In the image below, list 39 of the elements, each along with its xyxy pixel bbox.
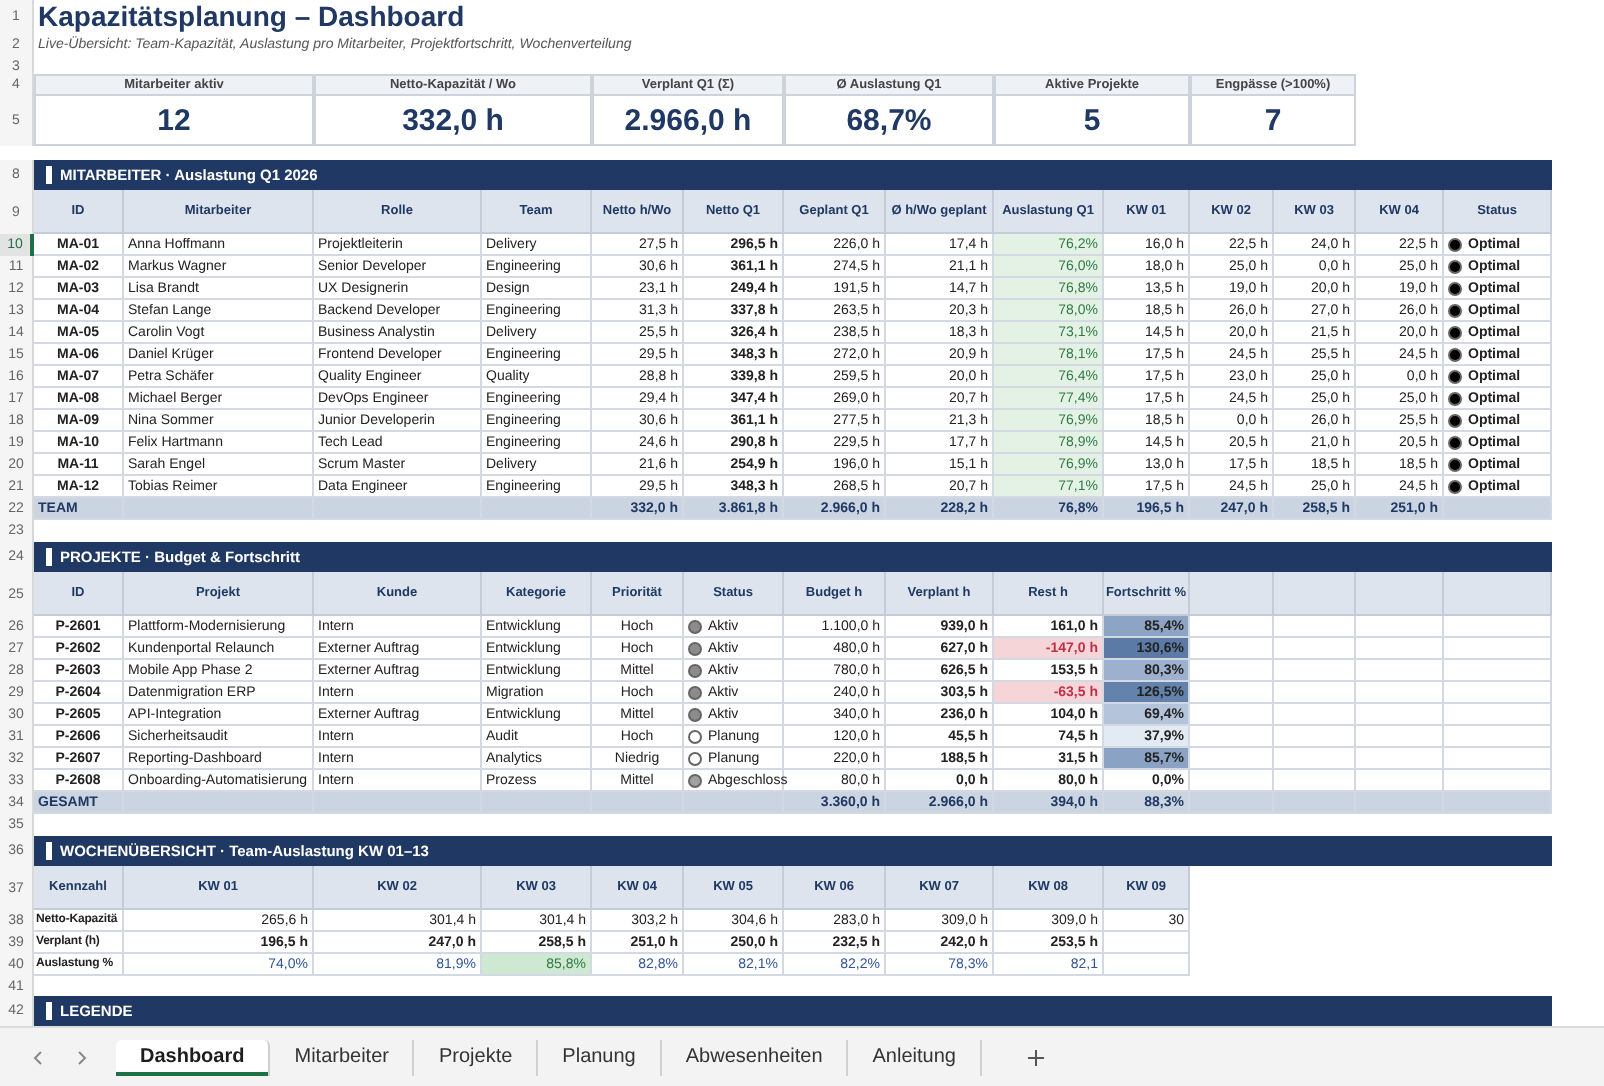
- empty-cell: [1444, 726, 1552, 748]
- kpi-value: 332,0 h: [314, 96, 592, 146]
- empty-cell: [1104, 932, 1190, 954]
- empty-cell: [1356, 748, 1444, 770]
- empty-cell: [1444, 660, 1552, 682]
- empty-cell: [1274, 660, 1356, 682]
- empty-cell: [1356, 704, 1444, 726]
- plus-icon[interactable]: [1025, 1047, 1046, 1067]
- empty-cell: [1444, 682, 1552, 704]
- empty-cell: [1274, 616, 1356, 638]
- empty-cell: [1444, 748, 1552, 770]
- chevron-right-icon[interactable]: [72, 1047, 92, 1067]
- chevron-left-icon[interactable]: [28, 1047, 48, 1067]
- empty-cell: [1274, 704, 1356, 726]
- empty-cell: [1356, 726, 1444, 748]
- empty-cell: [1274, 682, 1356, 704]
- empty-cell: [1444, 638, 1552, 660]
- kpi-value: 5: [994, 96, 1190, 146]
- sheet-tab[interactable]: Abwesenheiten: [661, 1039, 849, 1075]
- empty-cell: [1274, 726, 1356, 748]
- empty-cell: [1356, 660, 1444, 682]
- empty-cell: [1356, 682, 1444, 704]
- kpi-value: 7: [1190, 96, 1356, 146]
- empty-cell: [1274, 748, 1356, 770]
- kpi-value: 68,7%: [784, 96, 994, 146]
- sheet-tab[interactable]: Planung: [538, 1039, 662, 1075]
- sheet-tab[interactable]: Projekte: [414, 1039, 539, 1075]
- sheet-tab[interactable]: Dashboard: [116, 1039, 271, 1075]
- kpi-value: 2.966,0 h: [592, 96, 784, 146]
- empty-cell: [1104, 954, 1190, 976]
- empty-cell: [1274, 638, 1356, 660]
- sheet-tab[interactable]: Anleitung: [848, 1039, 982, 1075]
- sheet-title: Kapazitätsplanung – Dashboard: [36, 0, 467, 32]
- empty-cell: [1356, 638, 1444, 660]
- empty-cell: [1444, 616, 1552, 638]
- sheet-tab[interactable]: Mitarbeiter: [270, 1039, 415, 1075]
- empty-cell: [1356, 616, 1444, 638]
- kpi-value: 12: [34, 96, 314, 146]
- empty-cell: [1444, 704, 1552, 726]
